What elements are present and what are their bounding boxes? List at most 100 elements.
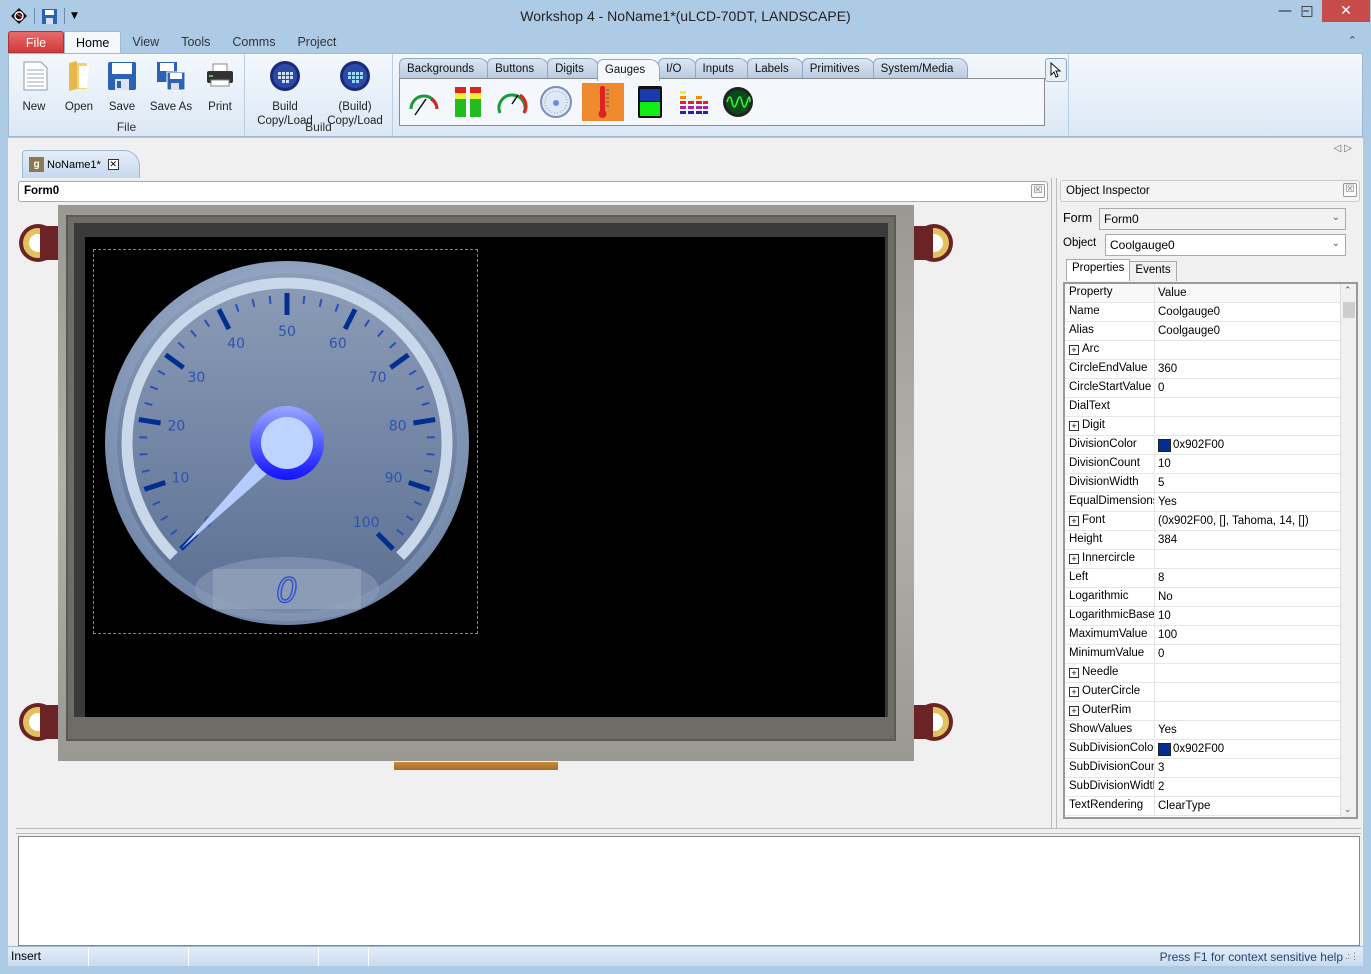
column-property[interactable]: Property [1065,284,1155,302]
property-row[interactable]: SubDivisionWidth 2 [1065,778,1340,797]
property-value[interactable]: Coolgauge0 [1155,303,1340,321]
property-value[interactable]: 360 [1155,360,1340,378]
property-value[interactable]: 5 [1155,474,1340,492]
property-value[interactable]: Yes [1155,493,1340,511]
pointer-tool-button[interactable] [1045,58,1067,82]
property-value[interactable] [1155,683,1340,701]
property-value[interactable]: 0x902F00 [1155,436,1340,454]
property-row[interactable]: CircleStartValue 0 [1065,379,1340,398]
save-button[interactable]: Save [106,60,138,114]
new-button[interactable]: New [19,60,49,114]
property-value[interactable]: 10 [1155,607,1340,625]
property-value[interactable]: 10 [1155,455,1340,473]
tab-view[interactable]: View [121,31,170,53]
property-value[interactable]: No [1155,588,1340,606]
property-row[interactable]: Height 384 [1065,531,1340,550]
property-value[interactable]: 3 [1155,759,1340,777]
tab-home[interactable]: Home [64,31,122,53]
expand-icon[interactable]: + [1069,668,1079,678]
palette-item-gauge[interactable] [494,84,530,120]
palette-item-scope[interactable] [720,84,756,120]
property-row[interactable]: + Arc [1065,341,1340,360]
save-as-button[interactable]: Save As [149,60,193,114]
expand-icon[interactable]: + [1069,554,1079,564]
property-value[interactable]: Yes [1155,721,1340,739]
tab-project[interactable]: Project [286,31,347,53]
property-row[interactable]: TextRendering ClearType [1065,797,1340,816]
tab-events[interactable]: Events [1129,261,1177,281]
expand-icon[interactable]: + [1069,687,1079,697]
property-value[interactable]: 100 [1155,626,1340,644]
palette-tab-inputs[interactable]: Inputs [694,58,749,78]
tab-properties[interactable]: Properties [1066,259,1131,281]
expand-icon[interactable]: + [1069,345,1079,355]
print-button[interactable]: Print [204,60,236,114]
property-value[interactable]: 0 [1155,645,1340,663]
build-copy-load-button[interactable]: Build Copy/Load [255,60,315,128]
palette-item-cool-gauge[interactable] [538,84,574,120]
property-value[interactable]: 0x902F00 [1155,740,1340,758]
property-value[interactable] [1155,702,1340,720]
open-button[interactable]: Open [61,60,97,114]
tab-file[interactable]: File [8,31,64,53]
column-value[interactable]: Value [1155,284,1340,302]
property-value[interactable]: (0x902F00, [], Tahoma, 14, []) [1155,512,1340,530]
property-row[interactable]: Name Coolgauge0 [1065,303,1340,322]
property-row[interactable]: LogarithmicBase 10 [1065,607,1340,626]
property-row[interactable]: EqualDimensions Yes [1065,493,1340,512]
object-select[interactable]: Coolgauge0 ⌄ [1105,234,1346,256]
property-row[interactable]: DivisionWidth 5 [1065,474,1340,493]
property-value[interactable]: ClearType [1155,797,1340,815]
property-row[interactable]: DivisionColor 0x902F00 [1065,436,1340,455]
property-row[interactable]: CircleEndValue 360 [1065,360,1340,379]
property-row[interactable]: DivisionCount 10 [1065,455,1340,474]
palette-item-spectrum[interactable] [676,84,712,120]
close-button[interactable]: ✕ [1322,0,1370,22]
property-value[interactable]: 0 [1155,379,1340,397]
tab-tools[interactable]: Tools [170,31,221,53]
expand-icon[interactable]: + [1069,706,1079,716]
property-row[interactable]: Left 8 [1065,569,1340,588]
lcd-screen[interactable]: 0102030405060708090100 0 [85,237,885,717]
property-row[interactable]: + Font (0x902F00, [], Tahoma, 14, []) [1065,512,1340,531]
property-row[interactable]: + OuterCircle [1065,683,1340,702]
scrollbar-thumb[interactable] [1343,302,1355,318]
property-row[interactable]: + Digit [1065,417,1340,436]
palette-tab-system-media[interactable]: System/Media [872,58,969,78]
palette-item-thermometer[interactable] [582,83,624,121]
tab-scroll-arrows[interactable]: ◁▷ [1334,143,1355,154]
property-value[interactable] [1155,341,1340,359]
property-row[interactable]: + Innercircle [1065,550,1340,569]
property-value[interactable]: Coolgauge0 [1155,322,1340,340]
property-row[interactable]: DialText [1065,398,1340,417]
horizontal-splitter[interactable] [16,828,1361,834]
collapse-ribbon-icon[interactable]: ⌃ [1348,34,1357,47]
maximize-btn[interactable]: □ [1292,0,1322,22]
property-row[interactable]: SubDivisionCount 3 [1065,759,1340,778]
property-row[interactable]: + OuterRim [1065,702,1340,721]
resize-grip-icon[interactable]: .:⋮ [1345,951,1359,962]
output-pane[interactable] [18,836,1360,946]
property-row[interactable]: Logarithmic No [1065,588,1340,607]
property-row[interactable]: Alias Coolgauge0 [1065,322,1340,341]
property-value[interactable]: 384 [1155,531,1340,549]
property-value[interactable] [1155,398,1340,416]
coolgauge0[interactable]: 0102030405060708090100 0 [103,259,471,627]
tab-comms[interactable]: Comms [221,31,286,53]
property-grid-scrollbar[interactable]: ⌃ ⌄ [1340,284,1356,817]
palette-tab-labels[interactable]: Labels [746,58,804,78]
palette-tab-buttons[interactable]: Buttons [487,58,550,78]
close-inspector-icon[interactable]: ☒ [1343,183,1357,197]
property-value[interactable]: 2 [1155,778,1340,796]
property-row[interactable]: MaximumValue 100 [1065,626,1340,645]
expand-icon[interactable]: + [1069,516,1079,526]
palette-tab-gauges[interactable]: Gauges [596,59,661,81]
property-row[interactable]: MinimumValue 0 [1065,645,1340,664]
scroll-down-icon[interactable]: ⌄ [1344,805,1352,815]
scroll-up-icon[interactable]: ⌃ [1344,286,1352,296]
property-value[interactable] [1155,550,1340,568]
property-row[interactable]: SubDivisionColor 0x902F00 [1065,740,1340,759]
palette-item-tank[interactable] [632,84,668,120]
palette-item-angular-meter[interactable] [406,84,442,120]
expand-icon[interactable]: + [1069,421,1079,431]
